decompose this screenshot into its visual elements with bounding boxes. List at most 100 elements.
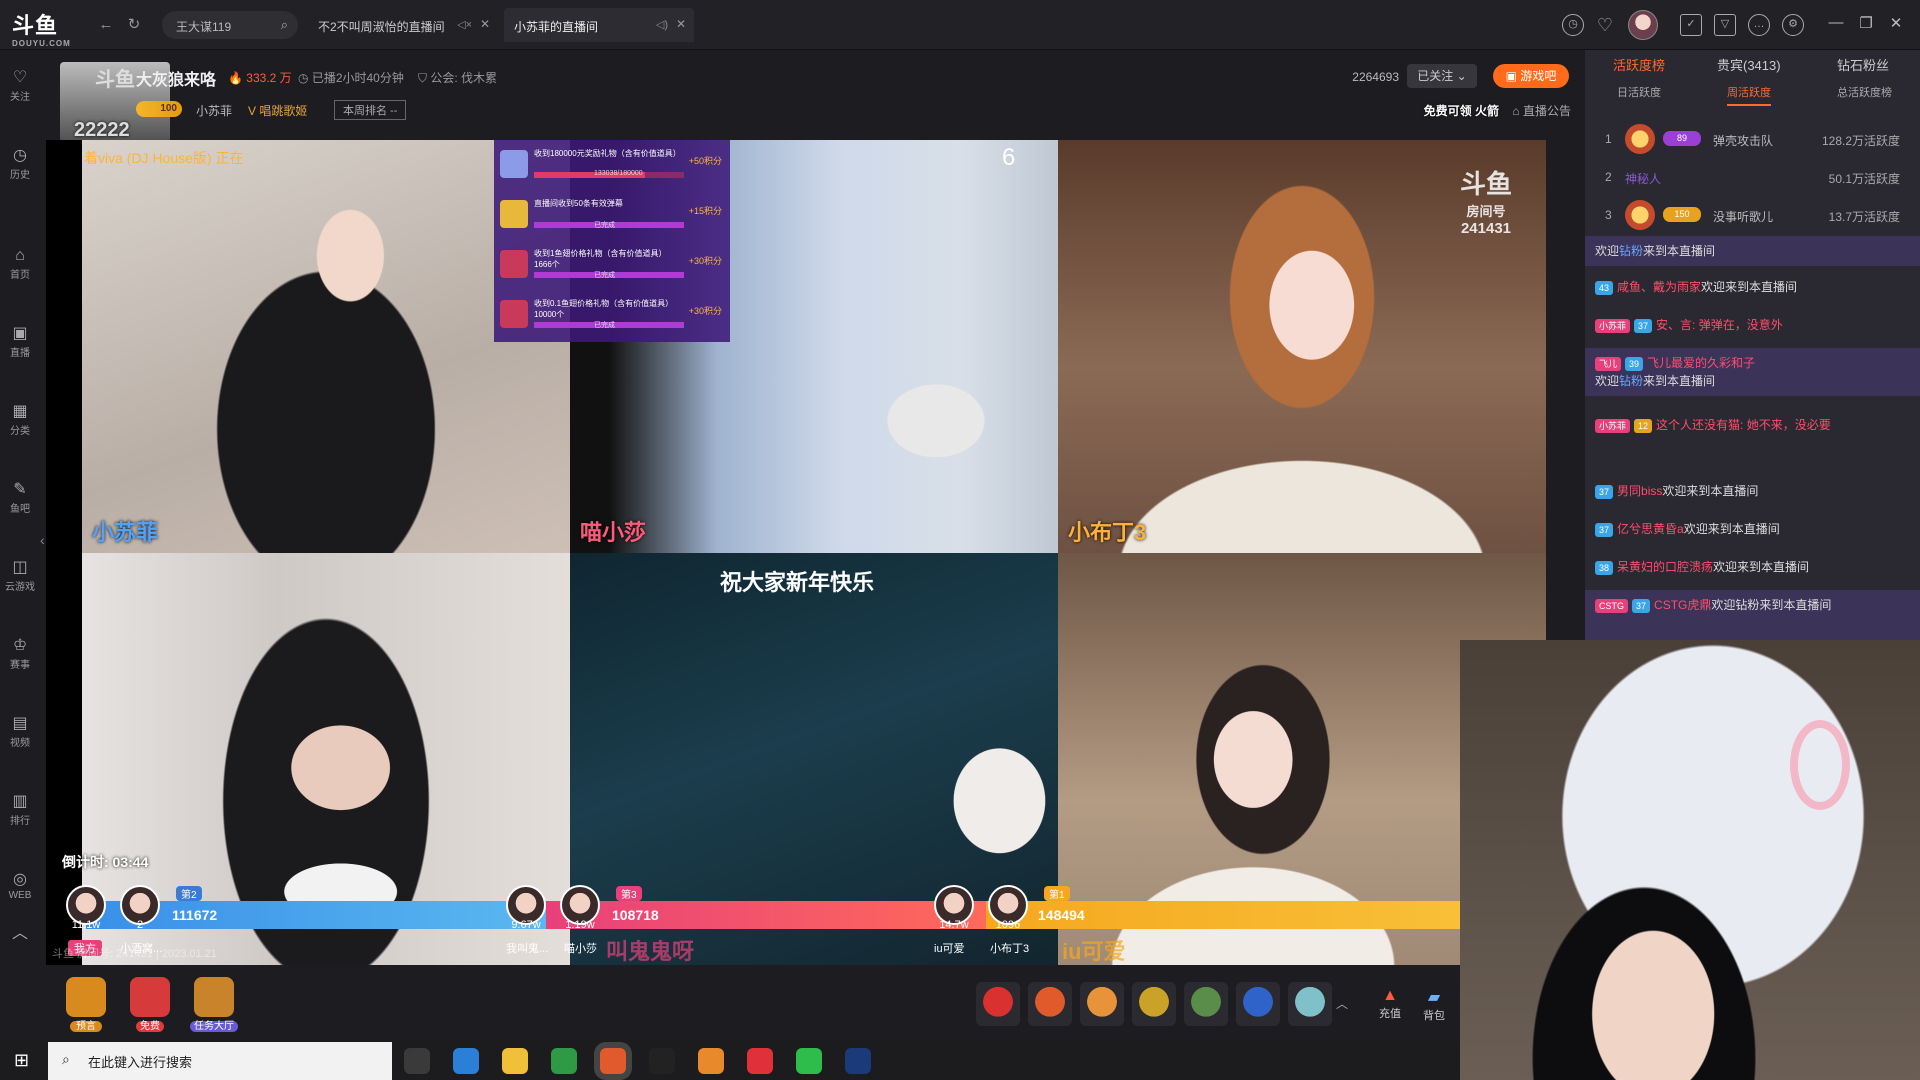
taskbar-app-icon[interactable] (698, 1048, 724, 1074)
chat-message: 43 咸鱼、戴为雨家欢迎来到本直播间 (1585, 272, 1920, 302)
game-bar-button[interactable]: ▣ 游戏吧 (1493, 64, 1569, 88)
rank-row[interactable]: 3 150 没事听歌儿 13.7万活跃度 (1585, 196, 1920, 234)
sidebar-item-live[interactable]: ▣ 直播 (0, 324, 40, 359)
week-rank[interactable]: 本周排名 -- (334, 100, 407, 120)
user-avatar[interactable] (1628, 10, 1658, 40)
grid-icon: ▦ (12, 403, 28, 420)
pk-value: 1.19w (565, 919, 595, 931)
title-bar: 斗鱼 DOUYU.COM ← ↻ 王大谋119 ⌕ 不2不叫周淑怡的直播间 ◁× ✕ 小… (0, 0, 1920, 50)
sidebar-item-fishbar[interactable]: ✎ 鱼吧 (0, 480, 40, 515)
chat-message: 小苏菲 37 安、言: 弹弹在，没意外 (1585, 310, 1920, 340)
gift-item[interactable] (1288, 982, 1332, 1026)
collapse-up-icon[interactable]: ︿ (0, 924, 40, 944)
refresh-icon[interactable]: ↻ (124, 15, 144, 35)
pk-rank-tag: 第3 (616, 886, 642, 901)
taskbar-search[interactable]: ⌕ 在此键入进行搜索 (48, 1042, 392, 1080)
expand-gifts-icon[interactable]: ︿ (1336, 995, 1348, 1012)
close-tab-icon[interactable]: ✕ (676, 17, 686, 31)
gift-item[interactable] (1080, 982, 1124, 1026)
rank-row[interactable]: 1 89 弹壳攻击队 128.2万活跃度 (1585, 120, 1920, 158)
sidebar-item-history[interactable]: ◷ 历史 (0, 146, 40, 181)
shirt-icon[interactable]: ▽ (1714, 14, 1736, 36)
category-tag[interactable]: V 唱跳歌姬 (248, 102, 307, 119)
gamepad-icon: ◫ (12, 559, 28, 576)
sound-icon[interactable]: ◁) (656, 18, 668, 31)
collapse-sidebar-icon[interactable]: ‹ (40, 532, 45, 548)
pk-progress-bar: 111672 108718 148494 (46, 901, 1546, 929)
pk-label: iu可爱 (934, 943, 965, 955)
task-panel[interactable]: 收到180000元奖励礼物（含有价值道具） 133038/180000 +50积分 … (494, 140, 730, 342)
follow-button[interactable]: 已关注 ⌄ (1407, 64, 1477, 88)
search-box[interactable]: 王大谋119 ⌕ (162, 11, 298, 39)
taskbar-app-icon[interactable] (453, 1048, 479, 1074)
guild-info[interactable]: ⛉ 公会: 伐木累 (418, 69, 497, 86)
tab-xiaosufei[interactable]: 小苏菲的直播间 ◁) ✕ (504, 8, 694, 42)
live-notice[interactable]: ⌂ 直播公告 (1512, 102, 1571, 119)
free-rocket-banner[interactable]: 免费可领 火箭 (1424, 102, 1499, 119)
close-window-icon[interactable]: ✕ (1886, 14, 1906, 32)
subtab-weekly[interactable]: 周活跃度 (1727, 84, 1771, 106)
chat-message: 37 男同biss欢迎来到本直播间 (1585, 476, 1920, 506)
gift-item[interactable] (1132, 982, 1176, 1026)
taskbar-app-icon[interactable] (600, 1048, 626, 1074)
gift-item[interactable] (1184, 982, 1228, 1026)
heart-icon[interactable]: ♡ (1594, 14, 1616, 36)
taskbar-app-icon[interactable] (796, 1048, 822, 1074)
mute-icon[interactable]: ◁× (457, 18, 472, 31)
sidebar-item-cloudgame[interactable]: ◫ 云游戏 (0, 558, 40, 593)
back-icon[interactable]: ← (96, 15, 116, 35)
task-hall-button[interactable]: 任务大厅 (184, 977, 244, 1032)
pk-rank-tag: 第1 (1044, 886, 1070, 901)
sidebar-item-match[interactable]: ♔ 赛事 (0, 636, 40, 671)
calendar-icon[interactable]: ✓ (1680, 14, 1702, 36)
pk-value: 11.1w (71, 919, 101, 931)
tab-diamond-fans[interactable]: 钻石粉丝 (1837, 55, 1889, 74)
tab-zhoushuyi[interactable]: 不2不叫周淑怡的直播间 ◁× ✕ (308, 8, 498, 42)
history-icon[interactable]: ◷ (1562, 14, 1584, 36)
free-gift-button[interactable]: 免费 (120, 977, 180, 1032)
anchor-name[interactable]: 小苏菲 (196, 102, 232, 119)
sidebar-item-video[interactable]: ▤ 视频 (0, 714, 40, 749)
backpack-button[interactable]: ▰ 背包 (1414, 987, 1454, 1023)
taskbar-app-icon[interactable] (845, 1048, 871, 1074)
settings-icon[interactable]: ⚙ (1782, 14, 1804, 36)
tab-activity-rank[interactable]: 活跃度榜 (1613, 55, 1665, 74)
taskbar-app-icon[interactable] (404, 1048, 430, 1074)
douyu-logo[interactable]: 斗鱼 DOUYU.COM (12, 8, 71, 48)
recharge-button[interactable]: ▲ 充值 (1370, 987, 1410, 1021)
task-row: 收到0.1鱼翅价格礼物（含有价值道具）10000个 已完成 +30积分 (498, 296, 726, 332)
gift-item[interactable] (1028, 982, 1072, 1026)
sidebar-item-rank[interactable]: ▥ 排行 (0, 792, 40, 827)
gift-item[interactable] (1236, 982, 1280, 1026)
subtab-daily[interactable]: 日活跃度 (1617, 84, 1661, 100)
search-icon[interactable]: ⌕ (281, 17, 288, 33)
message-icon[interactable]: … (1748, 14, 1770, 36)
sidebar-item-web[interactable]: ◎ WEB (0, 870, 40, 901)
sidebar-item-category[interactable]: ▦ 分类 (0, 402, 40, 437)
subtab-total[interactable]: 总活跃度榜 (1837, 84, 1892, 100)
right-panel: 活跃度榜 贵宾(3413) 钻石粉丝 日活跃度 周活跃度 总活跃度榜 1 89 弹壳… (1585, 50, 1920, 640)
task-row: 收到180000元奖励礼物（含有价值道具） 133038/180000 +50积分 (498, 146, 726, 182)
prophecy-button[interactable]: 预言 (56, 977, 116, 1032)
restore-icon[interactable]: ❐ (1856, 14, 1876, 32)
windows-start-icon[interactable]: ⊞ (14, 1050, 29, 1071)
taskbar-app-icon[interactable] (649, 1048, 675, 1074)
video-icon: ▤ (12, 715, 28, 732)
sidebar-item-home[interactable]: ⌂ 首页 (0, 246, 40, 281)
pk-countdown: 倒计时: 03:44 (62, 854, 149, 870)
tab-vip[interactable]: 贵宾(3413) (1717, 55, 1781, 74)
live-duration: ◷ 已播2小时40分钟 (298, 71, 404, 85)
sidebar-item-follow[interactable]: ♡ 关注 (0, 68, 40, 103)
taskbar-app-icon[interactable] (551, 1048, 577, 1074)
pk-value: 2 (136, 919, 144, 931)
minimize-icon[interactable]: — (1826, 14, 1846, 31)
taskbar-app-icon[interactable] (502, 1048, 528, 1074)
rank-row[interactable]: 2 神秘人 50.1万活跃度 (1585, 158, 1920, 196)
task-row: 收到1鱼翅价格礼物（含有价值道具）1666个 已完成 +30积分 (498, 246, 726, 282)
headphone-shape (1790, 720, 1850, 810)
video-player[interactable]: 小苏菲 喵小莎 小布丁3 祝大家新年快乐 着viva (DJ House版) 正… (46, 140, 1546, 965)
taskbar-app-icon[interactable] (747, 1048, 773, 1074)
backpack-icon: ▰ (1427, 989, 1441, 1006)
close-tab-icon[interactable]: ✕ (480, 17, 490, 31)
gift-item[interactable] (976, 982, 1020, 1026)
